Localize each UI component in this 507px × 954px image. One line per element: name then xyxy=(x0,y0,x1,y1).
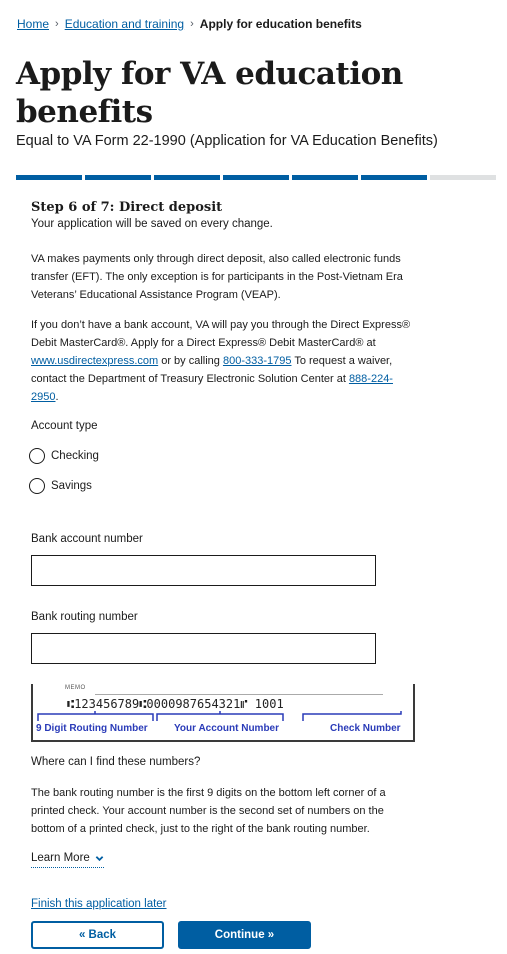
checking-label: Checking xyxy=(51,450,99,462)
bank-account-label: Bank account number xyxy=(31,533,143,545)
autosave-note: Your application will be saved on every … xyxy=(31,218,273,230)
help-question: Where can I find these numbers? xyxy=(31,756,201,768)
progress-segment xyxy=(85,175,151,180)
progress-segment xyxy=(430,175,496,180)
savings-label: Savings xyxy=(51,480,92,492)
help-answer: The bank routing number is the first 9 d… xyxy=(31,787,386,835)
check-micr-line: ⑆123456789⑆0000987654321⑈ 1001 xyxy=(67,697,284,711)
routing-number-caption: 9 Digit Routing Number xyxy=(36,723,148,734)
routing-number-input[interactable] xyxy=(31,633,376,664)
breadcrumb-separator: › xyxy=(190,18,194,30)
learn-more-label: Learn More xyxy=(31,852,90,864)
breadcrumb-home-link[interactable]: Home xyxy=(17,17,49,31)
routing-number-label: Bank routing number xyxy=(31,611,138,623)
breadcrumb-current: Apply for education benefits xyxy=(199,17,362,31)
account-type-label: Account type xyxy=(31,420,98,432)
continue-button[interactable]: Continue » xyxy=(178,921,311,949)
breadcrumb: Home › Education and training › Apply fo… xyxy=(17,17,362,31)
checking-radio[interactable]: Checking xyxy=(29,448,99,464)
phone-link[interactable]: 800-333-1795 xyxy=(223,355,292,367)
radio-circle[interactable] xyxy=(29,448,45,464)
check-brackets xyxy=(37,711,402,721)
eft-paragraph: VA makes payments only through direct de… xyxy=(31,253,403,301)
account-number-caption: Your Account Number xyxy=(174,723,280,734)
progress-segment xyxy=(361,175,427,180)
back-button[interactable]: « Back xyxy=(31,921,164,949)
check-memo-line xyxy=(95,694,383,695)
progress-segment xyxy=(223,175,289,180)
learn-more-toggle[interactable]: Learn More xyxy=(31,852,104,868)
progress-segment xyxy=(292,175,358,180)
breadcrumb-education-link[interactable]: Education and training xyxy=(65,17,184,31)
no-bank-paragraph: If you don’t have a bank account, VA wil… xyxy=(31,316,415,406)
step-heading: Step 6 of 7: Direct deposit xyxy=(31,200,223,215)
chevron-down-icon xyxy=(95,855,104,861)
check-number-caption: Check Number xyxy=(330,723,401,734)
breadcrumb-separator: › xyxy=(55,18,59,30)
check-memo-label: MEMO xyxy=(65,685,86,691)
no-bank-text: . xyxy=(55,391,59,403)
page-subtitle: Equal to VA Form 22-1990 (Application fo… xyxy=(16,133,438,149)
progress-segment xyxy=(154,175,220,180)
direct-express-link[interactable]: www.usdirectexpress.com xyxy=(31,355,158,367)
bank-account-input[interactable] xyxy=(31,555,376,586)
progress-bar xyxy=(16,175,496,181)
sample-check-image: MEMO ⑆123456789⑆0000987654321⑈ 1001 9 Di… xyxy=(31,684,415,742)
page-title: Apply for VA education benefits xyxy=(16,56,403,130)
finish-later-link[interactable]: Finish this application later xyxy=(31,898,167,910)
savings-radio[interactable]: Savings xyxy=(29,478,92,494)
radio-circle[interactable] xyxy=(29,478,45,494)
progress-segment xyxy=(16,175,82,180)
no-bank-text: If you don’t have a bank account, VA wil… xyxy=(31,319,411,349)
no-bank-text: or by calling xyxy=(158,355,223,367)
